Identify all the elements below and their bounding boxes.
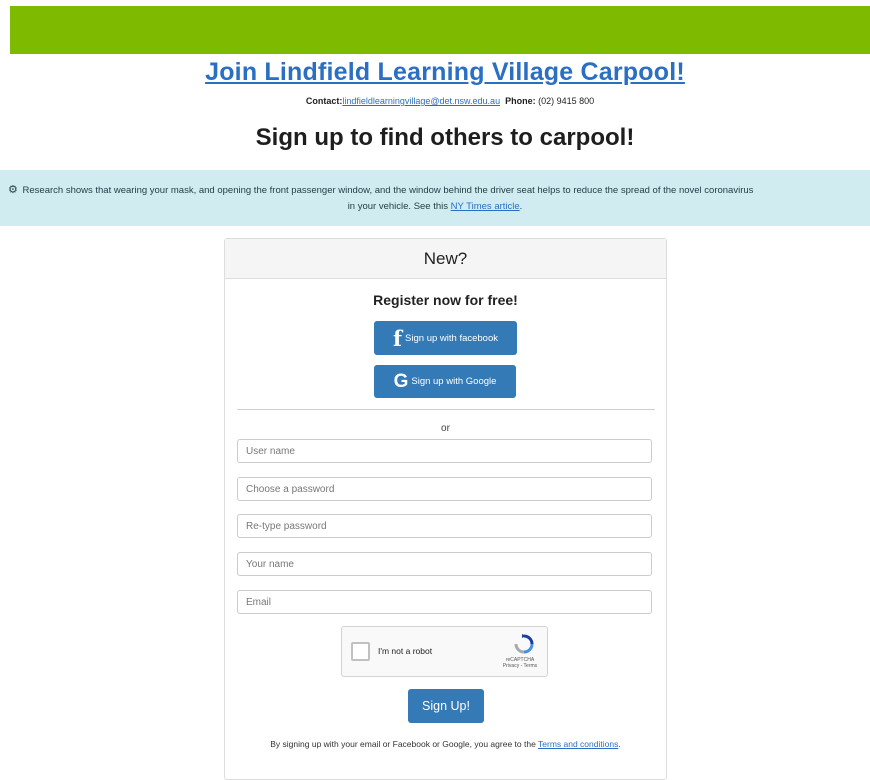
alert-text-2: in your vehicle. See this bbox=[347, 201, 451, 212]
contact-email-link[interactable]: lindfieldlearningvillage@det.nsw.edu.au bbox=[342, 96, 500, 106]
page-title-link[interactable]: Join Lindfield Learning Village Carpool! bbox=[0, 58, 870, 87]
alert-text-2-end: . bbox=[519, 201, 523, 212]
recaptcha-widget: I'm not a robot reCAPTCHA Privacy - Term… bbox=[341, 626, 548, 677]
page-subtitle: Sign up to find others to carpool! bbox=[255, 124, 635, 151]
recaptcha-brand: reCAPTCHA Privacy - Terms bbox=[497, 657, 543, 669]
or-separator: or bbox=[441, 423, 450, 434]
google-icon: G bbox=[393, 370, 409, 392]
ny-times-link[interactable]: NY Times article bbox=[451, 201, 520, 212]
password-input[interactable] bbox=[237, 477, 652, 501]
alert-text-1: Research shows that wearing your mask, a… bbox=[22, 185, 754, 196]
recaptcha-checkbox[interactable] bbox=[351, 642, 370, 661]
phone-value: (02) 9415 800 bbox=[538, 96, 595, 106]
username-input[interactable] bbox=[237, 439, 652, 463]
terms-link[interactable]: Terms and conditions bbox=[538, 739, 618, 749]
alert-line-1: ⚙ Research shows that wearing your mask,… bbox=[8, 183, 753, 196]
phone-label: Phone: bbox=[505, 96, 536, 106]
recaptcha-label: I'm not a robot bbox=[378, 646, 433, 656]
facebook-signup-button[interactable]: f Sign up with facebook bbox=[374, 321, 517, 355]
terms-text-end: . bbox=[618, 739, 621, 749]
info-alert: ⚙ Research shows that wearing your mask,… bbox=[0, 170, 870, 226]
facebook-button-label: Sign up with facebook bbox=[405, 332, 498, 344]
virus-icon: ⚙ bbox=[8, 184, 18, 196]
register-heading: Register now for free! bbox=[373, 292, 518, 308]
top-banner bbox=[10, 6, 870, 54]
divider bbox=[237, 409, 655, 410]
facebook-icon: f bbox=[393, 325, 403, 351]
contact-line: Contact:lindfieldlearningvillage@det.nsw… bbox=[0, 96, 870, 106]
alert-line-2: in your vehicle. See this NY Times artic… bbox=[0, 201, 870, 212]
terms-text: By signing up with your email or Faceboo… bbox=[270, 739, 539, 749]
card-header: New? bbox=[225, 239, 666, 279]
email-input[interactable] bbox=[237, 590, 652, 614]
signup-card: New? Register now for free! f Sign up wi… bbox=[224, 238, 667, 780]
contact-label: Contact: bbox=[305, 96, 343, 106]
your-name-input[interactable] bbox=[237, 552, 652, 576]
google-button-label: Sign up with Google bbox=[411, 376, 497, 387]
retype-password-input[interactable] bbox=[237, 514, 652, 538]
google-signup-button[interactable]: G Sign up with Google bbox=[374, 365, 516, 398]
recaptcha-links[interactable]: Privacy - Terms bbox=[497, 663, 543, 669]
terms-notice: By signing up with your email or Faceboo… bbox=[225, 739, 666, 749]
sign-up-button[interactable]: Sign Up! bbox=[408, 689, 484, 723]
recaptcha-icon bbox=[514, 634, 534, 654]
